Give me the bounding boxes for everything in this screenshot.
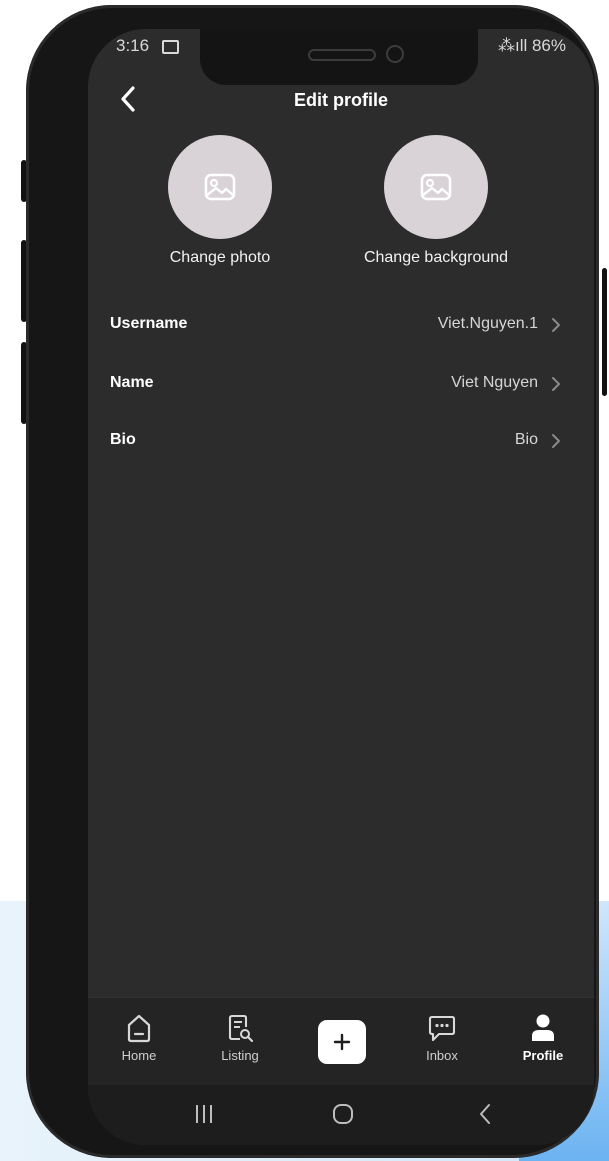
chevron-right-icon (552, 377, 560, 391)
home-nav-button[interactable] (332, 1103, 354, 1130)
tab-profile-label: Profile (522, 1048, 564, 1063)
change-background-section: Change background (346, 135, 526, 267)
camera-notch (200, 29, 478, 85)
change-background-label[interactable]: Change background (346, 249, 526, 267)
tab-inbox-label: Inbox (426, 1048, 458, 1063)
image-icon (420, 173, 452, 201)
back-icon (480, 1104, 490, 1124)
username-value: Viet.Nguyen.1 (437, 315, 538, 332)
name-value: Viet Nguyen (451, 374, 538, 391)
chevron-right-icon (552, 434, 560, 448)
bottom-tab-bar: Home Listing Inbox Profile (88, 997, 594, 1086)
image-icon (204, 173, 236, 201)
name-row[interactable]: Name Viet Nguyen (110, 364, 564, 404)
home-icon (127, 1014, 151, 1043)
person-icon (532, 1014, 554, 1041)
tab-listing[interactable]: Listing (205, 1012, 275, 1063)
username-label: Username (110, 315, 188, 332)
phone-frame: 3:16 ⁂ıll 86% Edit profile Change photo … (26, 5, 599, 1158)
gallery-notification-icon (162, 40, 179, 54)
chat-icon (428, 1015, 456, 1042)
change-photo-section: Change photo (130, 135, 310, 267)
app-screen: 3:16 ⁂ıll 86% Edit profile Change photo … (88, 29, 594, 1145)
bio-value: Bio (514, 431, 538, 448)
chevron-right-icon (552, 318, 560, 332)
system-navigation-bar (88, 1085, 594, 1145)
tab-inbox[interactable]: Inbox (407, 1012, 477, 1063)
add-listing-button[interactable] (318, 1020, 366, 1064)
tab-listing-label: Listing (221, 1048, 259, 1063)
username-row[interactable]: Username Viet.Nguyen.1 (110, 305, 564, 345)
speaker-icon (308, 49, 376, 61)
change-photo-button[interactable] (168, 135, 272, 239)
recent-apps-icon (196, 1105, 212, 1123)
front-camera-icon (386, 45, 404, 63)
page-title: Edit profile (294, 90, 388, 110)
plus-icon (333, 1033, 351, 1051)
recent-apps-button[interactable] (194, 1103, 214, 1130)
back-nav-button[interactable] (478, 1103, 492, 1130)
change-background-button[interactable] (384, 135, 488, 239)
header-bar: Edit profile (88, 79, 594, 123)
name-label: Name (110, 374, 154, 391)
tab-home[interactable]: Home (104, 1012, 174, 1063)
home-circle-icon (333, 1104, 353, 1124)
change-photo-label[interactable]: Change photo (130, 249, 310, 267)
status-indicators: ⁂ıll 86% (497, 36, 566, 55)
listing-icon (228, 1014, 254, 1043)
tab-profile[interactable]: Profile (508, 1012, 578, 1063)
tab-home-label: Home (121, 1048, 157, 1063)
bio-label: Bio (110, 431, 136, 448)
status-time: 3:16 (116, 36, 150, 55)
phone-power-button (602, 268, 607, 396)
bio-row[interactable]: Bio Bio (110, 421, 564, 461)
